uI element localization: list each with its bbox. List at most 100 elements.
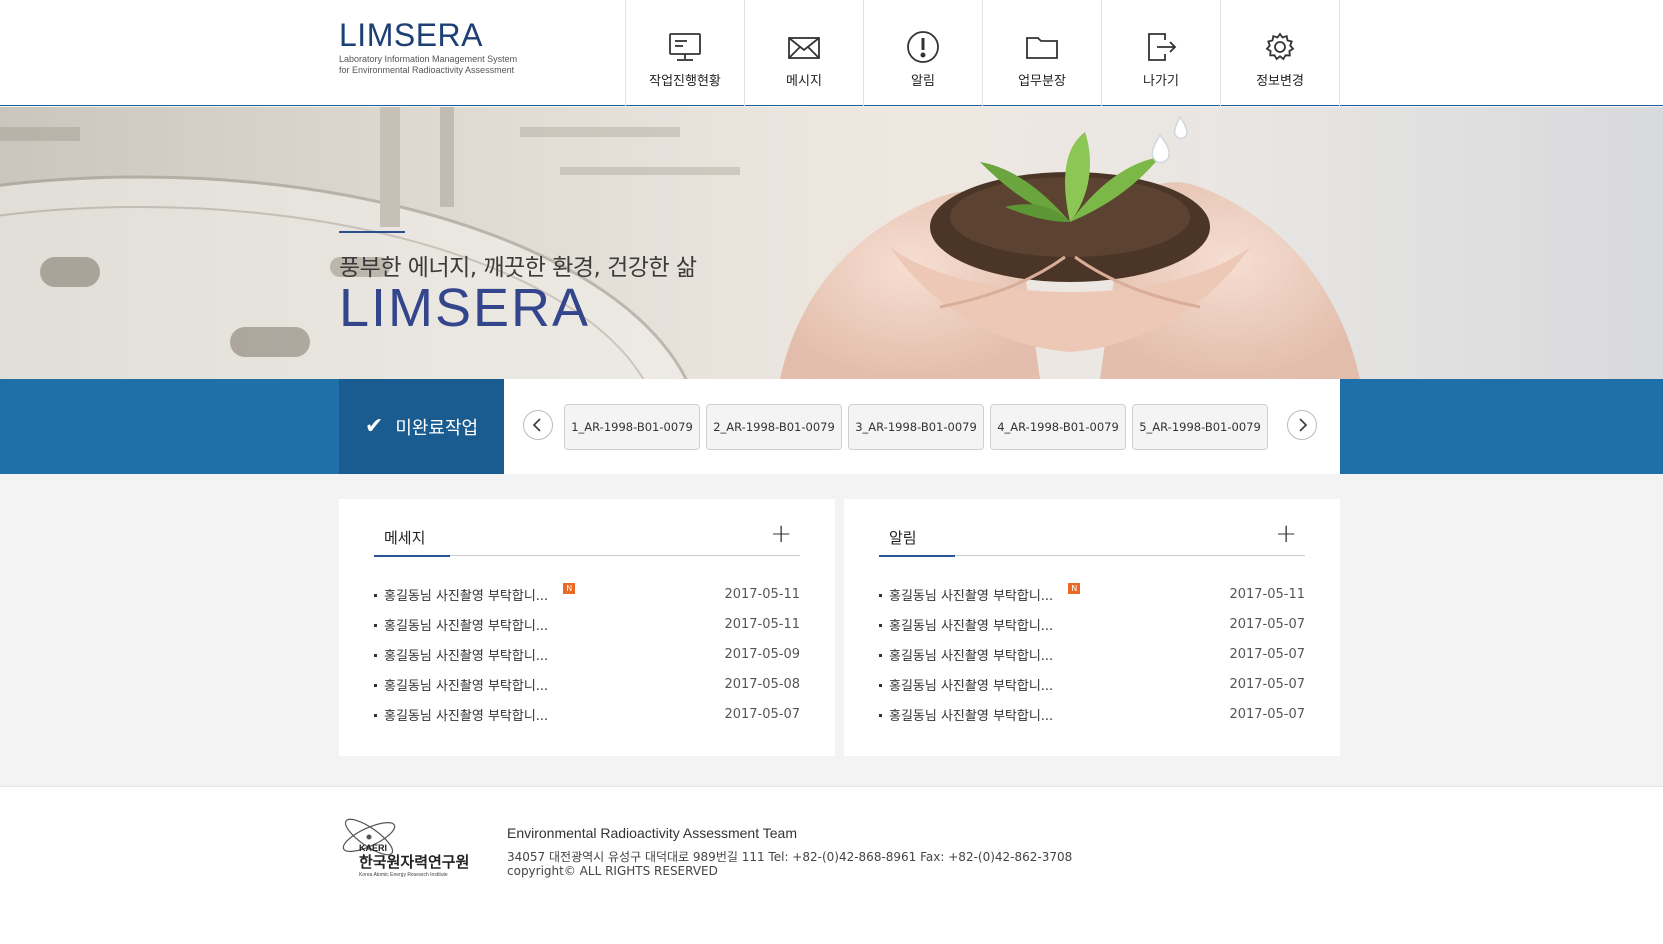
plus-icon[interactable]: + [1275, 521, 1297, 547]
list-item[interactable]: 홍길동님 사진촬영 부탁합니... 2017-05-07 [879, 669, 1305, 699]
nav-item-logout[interactable]: 나가기 [1102, 0, 1221, 106]
list-item[interactable]: 홍길동님 사진촬영 부탁합니... 2017-05-09 [374, 639, 800, 669]
alert-title[interactable]: 홍길동님 사진촬영 부탁합니... [889, 585, 1053, 604]
pending-task-item[interactable]: 5_AR-1998-B01-0079 [1132, 404, 1268, 450]
alert-date: 2017-05-11 [1229, 586, 1305, 602]
nav-label: 업무분장 [1018, 74, 1066, 89]
alert-title[interactable]: 홍길동님 사진촬영 부탁합니... [889, 675, 1053, 694]
pending-task-item[interactable]: 1_AR-1998-B01-0079 [564, 404, 700, 450]
kaeri-logo-english: Korea Atomic Energy Research Institute [359, 872, 448, 878]
nav-label: 나가기 [1143, 74, 1179, 89]
logo-subtitle-line-1: Laboratory Information Management System [339, 54, 518, 64]
nav-label: 작업진행현황 [649, 74, 721, 89]
bullet [374, 653, 377, 657]
list-item[interactable]: 홍길동님 사진촬영 부탁합니... 2017-05-07 [879, 609, 1305, 639]
kaeri-logo-korean: 한국원자력연구원 [359, 853, 469, 871]
chevron-right-icon [1299, 418, 1308, 432]
plus-icon[interactable]: + [770, 521, 792, 547]
messages-panel: 메세지 + 홍길동님 사진촬영 부탁합니... N 2017-05-11 홍길동… [339, 499, 835, 756]
nav-item-messages[interactable]: 메시지 [745, 0, 864, 106]
list-item[interactable]: 홍길동님 사진촬영 부탁합니... 2017-05-07 [374, 699, 800, 729]
footer-address: 34057 대전광역시 유성구 대덕대로 989번길 111 Tel: +82-… [507, 850, 1073, 864]
message-date: 2017-05-08 [724, 676, 800, 692]
monitor-icon [669, 33, 701, 61]
footer-copyright: copyright© ALL RIGHTS RESERVED [507, 864, 718, 878]
alert-date: 2017-05-07 [1229, 616, 1305, 632]
pending-task-item[interactable]: 3_AR-1998-B01-0079 [848, 404, 984, 450]
pending-tasks-bar: ✔ 미완료작업 1_AR-1998-B01-0079 2_AR-1998-B01… [0, 379, 1663, 474]
list-item[interactable]: 홍길동님 사진촬영 부탁합니... 2017-05-07 [879, 639, 1305, 669]
bullet [879, 593, 882, 597]
bullet [374, 593, 377, 597]
alerts-panel-title: 알림 [889, 529, 917, 547]
message-title[interactable]: 홍길동님 사진촬영 부탁합니... [384, 675, 548, 694]
pending-task-item[interactable]: 4_AR-1998-B01-0079 [990, 404, 1126, 450]
bullet [374, 683, 377, 687]
hero-accent-line [339, 231, 405, 233]
hero-title: LIMSERA [339, 278, 591, 338]
panel-title-underline [879, 555, 955, 557]
list-item[interactable]: 홍길동님 사진촬영 부탁합니... N 2017-05-11 [879, 579, 1305, 609]
bullet [879, 653, 882, 657]
footer: KAERI 한국원자력연구원 Korea Atomic Energy Resea… [0, 786, 1663, 944]
logo[interactable]: LIMSERA Laboratory Information Managemen… [339, 18, 517, 76]
message-date: 2017-05-07 [724, 706, 800, 722]
folder-icon [1026, 37, 1058, 59]
bullet [879, 623, 882, 627]
nav-item-work-status[interactable]: 작업진행현황 [626, 0, 745, 106]
nav-label: 정보변경 [1256, 74, 1304, 89]
list-item[interactable]: 홍길동님 사진촬영 부탁합니... 2017-05-08 [374, 669, 800, 699]
alert-title[interactable]: 홍길동님 사진촬영 부탁합니... [889, 705, 1053, 724]
footer-team: Environmental Radioactivity Assessment T… [507, 825, 797, 841]
alert-date: 2017-05-07 [1229, 706, 1305, 722]
main-nav: 작업진행현황 메시지 알림 업무분장 나가기 정보변경 [625, 0, 1340, 106]
hands-holding-plant-image [780, 115, 1360, 379]
bullet [879, 713, 882, 717]
message-title[interactable]: 홍길동님 사진촬영 부탁합니... [384, 705, 548, 724]
hero-banner: 풍부한 에너지, 깨끗한 환경, 건강한 삶 LIMSERA [0, 107, 1663, 379]
logout-icon [1148, 33, 1177, 61]
message-title[interactable]: 홍길동님 사진촬영 부탁합니... [384, 615, 548, 634]
next-button[interactable] [1287, 410, 1317, 440]
alerts-panel-header: 알림 + [879, 499, 1305, 557]
bullet [879, 683, 882, 687]
alert-title[interactable]: 홍길동님 사진촬영 부탁합니... [889, 615, 1053, 634]
pending-tasks-label[interactable]: ✔ 미완료작업 [339, 379, 504, 474]
message-date: 2017-05-09 [724, 646, 800, 662]
nav-label: 메시지 [786, 74, 822, 89]
pending-task-item[interactable]: 2_AR-1998-B01-0079 [706, 404, 842, 450]
alerts-list: 홍길동님 사진촬영 부탁합니... N 2017-05-11 홍길동님 사진촬영… [879, 579, 1305, 729]
alert-title[interactable]: 홍길동님 사진촬영 부탁합니... [889, 645, 1053, 664]
pending-tasks-panel: ✔ 미완료작업 1_AR-1998-B01-0079 2_AR-1998-B01… [339, 379, 1340, 474]
nav-item-settings[interactable]: 정보변경 [1221, 0, 1340, 106]
list-item[interactable]: 홍길동님 사진촬영 부탁합니... 2017-05-07 [879, 699, 1305, 729]
messages-list: 홍길동님 사진촬영 부탁합니... N 2017-05-11 홍길동님 사진촬영… [374, 579, 800, 729]
message-title[interactable]: 홍길동님 사진촬영 부탁합니... [384, 645, 548, 664]
message-title[interactable]: 홍길동님 사진촬영 부탁합니... [384, 585, 548, 604]
alert-date: 2017-05-07 [1229, 646, 1305, 662]
logo-subtitle-line-2: for Environmental Radioactivity Assessme… [339, 65, 515, 75]
messages-panel-header: 메세지 + [374, 499, 800, 557]
nav-item-task-assignment[interactable]: 업무분장 [983, 0, 1102, 106]
list-item[interactable]: 홍길동님 사진촬영 부탁합니... N 2017-05-11 [374, 579, 800, 609]
envelope-icon [788, 37, 820, 59]
alerts-panel: 알림 + 홍길동님 사진촬영 부탁합니... N 2017-05-11 홍길동님… [844, 499, 1340, 756]
bullet [374, 713, 377, 717]
kaeri-logo: KAERI 한국원자력연구원 Korea Atomic Energy Resea… [342, 818, 469, 878]
panel-title-underline [374, 555, 450, 557]
check-icon: ✔ [364, 414, 384, 439]
gear-icon [1265, 32, 1295, 61]
nav-item-alerts[interactable]: 알림 [864, 0, 983, 106]
message-date: 2017-05-11 [724, 586, 800, 602]
header: LIMSERA Laboratory Information Managemen… [0, 0, 1663, 106]
new-badge: N [563, 582, 576, 594]
prev-button[interactable] [523, 410, 553, 440]
list-item[interactable]: 홍길동님 사진촬영 부탁합니... 2017-05-11 [374, 609, 800, 639]
logo-title: LIMSERA [339, 17, 483, 53]
alert-icon [907, 31, 939, 63]
pending-tasks-title: 미완료작업 [395, 417, 479, 439]
new-badge: N [1068, 582, 1081, 594]
alert-date: 2017-05-07 [1229, 676, 1305, 692]
bullet [374, 623, 377, 627]
kaeri-logo-short: KAERI [359, 843, 387, 853]
